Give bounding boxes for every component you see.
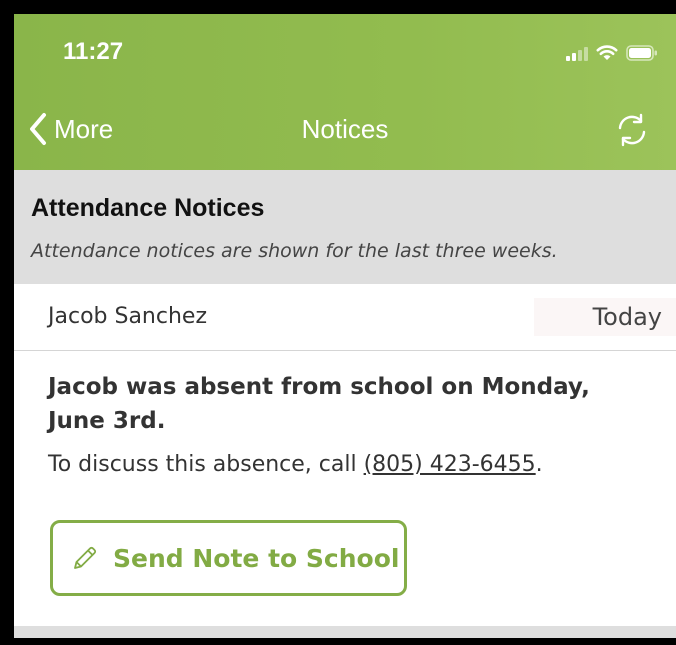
refresh-button[interactable]	[614, 112, 650, 152]
status-icons	[566, 44, 658, 61]
notice-row[interactable]: Jacob Sanchez Today	[14, 284, 676, 351]
notice-headline: Jacob was absent from school on Monday, …	[48, 374, 590, 434]
page-title: Notices	[301, 114, 389, 144]
section-title: Attendance Notices	[31, 194, 265, 222]
send-note-button[interactable]: Send Note to School	[50, 520, 407, 596]
section-subtitle: Attendance notices are shown for the las…	[31, 240, 558, 262]
section-header	[14, 170, 676, 284]
app-screen: 11:27 More Notices Attendance Notices At…	[14, 14, 676, 638]
notice-body: Jacob was absent from school on Monday, …	[48, 370, 648, 477]
refresh-icon	[618, 113, 646, 147]
notice-text: To discuss this absence, call (805) 423-…	[48, 452, 648, 477]
student-name: Jacob Sanchez	[48, 304, 207, 329]
send-note-label: Send Note to School	[113, 543, 400, 573]
notice-text-before: To discuss this absence, call	[48, 452, 364, 477]
notice-text-after: .	[535, 452, 543, 477]
pencil-icon	[74, 546, 97, 569]
cellular-signal-icon	[566, 47, 588, 61]
header-bar: 11:27 More Notices	[14, 14, 676, 170]
status-time: 11:27	[63, 38, 124, 65]
wifi-icon	[596, 44, 618, 61]
section-divider	[14, 626, 676, 638]
notice-date: Today	[534, 298, 676, 336]
battery-icon	[626, 45, 658, 61]
phone-link[interactable]: (805) 423-6455	[364, 452, 536, 477]
